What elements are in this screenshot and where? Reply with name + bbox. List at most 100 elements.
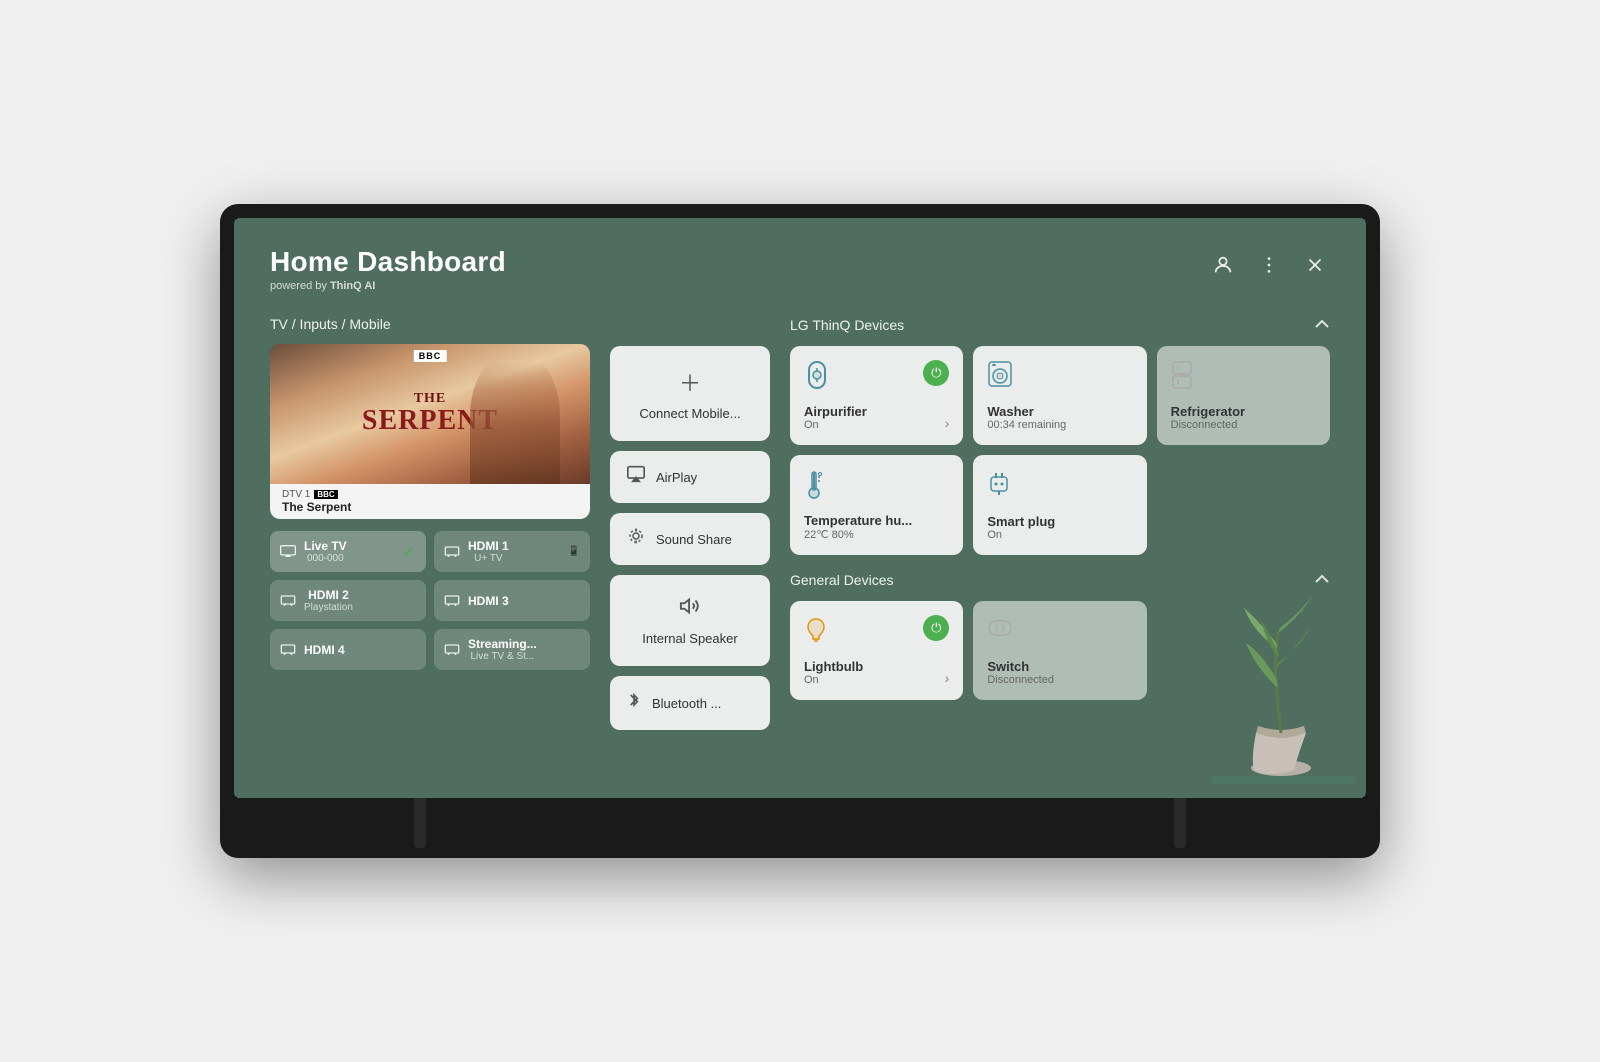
- washer-name: Washer: [987, 404, 1066, 419]
- temperature-card[interactable]: Temperature hu... 22℃ 80%: [790, 455, 963, 555]
- lightbulb-icon: [804, 615, 828, 651]
- page-subtitle: powered by ThinQ AI: [270, 280, 506, 292]
- airpurifier-icon: [804, 360, 830, 396]
- middle-column: ＋ Connect Mobile... AirPlay: [610, 316, 770, 730]
- hdmi1-icon: [444, 544, 460, 560]
- airpurifier-power-button[interactable]: ⏻: [923, 360, 949, 386]
- switch-card[interactable]: Switch Disconnected: [973, 601, 1146, 700]
- thinq-section-header: LG ThinQ Devices: [790, 316, 1330, 334]
- airpurifier-name: Airpurifier: [804, 404, 867, 419]
- page-title: Home Dashboard: [270, 246, 506, 278]
- tv-preview-info: DTV 1 BBC The Serpent: [270, 484, 590, 519]
- menu-button[interactable]: [1254, 250, 1284, 286]
- streaming-text: Streaming... Live TV & St...: [468, 637, 537, 662]
- active-check-icon: ✓: [403, 542, 416, 562]
- refrigerator-icon: [1171, 360, 1193, 396]
- smartplug-card-bottom: Smart plug On: [987, 514, 1132, 541]
- hdmi3-text: HDMI 3: [468, 594, 509, 608]
- plus-icon: ＋: [679, 366, 701, 398]
- washer-card-bottom: Washer 00:34 remaining: [987, 404, 1132, 431]
- airplay-card[interactable]: AirPlay: [610, 451, 770, 503]
- refrigerator-name: Refrigerator: [1171, 404, 1245, 419]
- lightbulb-name: Lightbulb: [804, 659, 863, 674]
- airpurifier-card[interactable]: ⏻ Airpurifier On ›: [790, 346, 963, 445]
- lightbulb-card-bottom: Lightbulb On ›: [804, 659, 949, 686]
- streaming-icon: [444, 642, 460, 658]
- bbc-logo: BBC: [314, 490, 337, 499]
- hdmi1-sub-icon: 📱: [568, 546, 580, 557]
- refrigerator-card[interactable]: Refrigerator Disconnected: [1157, 346, 1330, 445]
- bluetooth-label: Bluetooth ...: [652, 696, 721, 711]
- internal-speaker-label: Internal Speaker: [642, 631, 737, 646]
- dashboard: Home Dashboard powered by ThinQ AI: [234, 218, 1366, 798]
- temperature-card-bottom: Temperature hu... 22℃ 80%: [804, 513, 949, 541]
- top-bar: Home Dashboard powered by ThinQ AI: [270, 246, 1330, 292]
- lightbulb-card-top: ⏻: [804, 615, 949, 651]
- washer-icon: [987, 360, 1013, 394]
- sound-share-card[interactable]: Sound Share: [610, 513, 770, 565]
- tv-preview-card[interactable]: BBC THE SERPENT DTV 1 BBC: [270, 344, 590, 519]
- live-tv-icon: [280, 544, 296, 560]
- airplay-label: AirPlay: [656, 470, 697, 485]
- washer-card[interactable]: Washer 00:34 remaining: [973, 346, 1146, 445]
- lightbulb-card[interactable]: ⏻ Lightbulb On ›: [790, 601, 963, 700]
- connect-mobile-label: Connect Mobile...: [639, 406, 740, 421]
- content-grid: TV / Inputs / Mobile BBC THE SE: [270, 316, 1330, 730]
- left-column: TV / Inputs / Mobile BBC THE SE: [270, 316, 590, 730]
- washer-card-top: [987, 360, 1132, 394]
- smartplug-status: On: [987, 529, 1055, 541]
- stand-leg-right: [1174, 798, 1186, 848]
- input-live-tv[interactable]: Live TV 000-000 ✓: [270, 531, 426, 572]
- input-hdmi3[interactable]: HDMI 3: [434, 580, 590, 621]
- smartplug-card[interactable]: Smart plug On: [973, 455, 1146, 555]
- tv-screen: Home Dashboard powered by ThinQ AI: [234, 218, 1366, 798]
- smartplug-icon: [987, 469, 1011, 503]
- bbc-badge: BBC: [414, 350, 447, 362]
- smartplug-name: Smart plug: [987, 514, 1055, 529]
- input-hdmi2[interactable]: HDMI 2 Playstation: [270, 580, 426, 621]
- hdmi4-text: HDMI 4: [304, 643, 345, 657]
- internal-speaker-card[interactable]: Internal Speaker: [610, 575, 770, 666]
- close-button[interactable]: [1300, 250, 1330, 286]
- channel-info: DTV 1 BBC: [282, 489, 578, 500]
- lightbulb-power-button[interactable]: ⏻: [923, 615, 949, 641]
- input-streaming[interactable]: Streaming... Live TV & St...: [434, 629, 590, 670]
- switch-name: Switch: [987, 659, 1054, 674]
- temperature-name: Temperature hu...: [804, 513, 912, 528]
- switch-status: Disconnected: [987, 674, 1054, 686]
- bluetooth-card[interactable]: Bluetooth ...: [610, 676, 770, 730]
- profile-button[interactable]: [1208, 250, 1238, 286]
- switch-card-top: [987, 615, 1132, 647]
- general-section-label: General Devices: [790, 572, 894, 588]
- hdmi2-icon: [280, 593, 296, 609]
- bluetooth-icon: [626, 690, 642, 716]
- lightbulb-arrow-icon: ›: [945, 670, 950, 686]
- washer-status: 00:34 remaining: [987, 419, 1066, 431]
- connect-mobile-card[interactable]: ＋ Connect Mobile...: [610, 346, 770, 441]
- title-block: Home Dashboard powered by ThinQ AI: [270, 246, 506, 292]
- airpurifier-card-top: ⏻: [804, 360, 949, 396]
- airpurifier-status: On: [804, 419, 867, 431]
- thinq-collapse-button[interactable]: [1314, 316, 1330, 334]
- refrigerator-status: Disconnected: [1171, 419, 1245, 431]
- hdmi2-text: HDMI 2 Playstation: [304, 588, 353, 613]
- tv-outer: Home Dashboard powered by ThinQ AI: [220, 204, 1380, 858]
- hdmi3-icon: [444, 593, 460, 609]
- airpurifier-card-bottom: Airpurifier On ›: [804, 404, 949, 431]
- refrigerator-card-top: [1171, 360, 1316, 396]
- show-name: The Serpent: [282, 500, 578, 514]
- input-grid: Live TV 000-000 ✓: [270, 531, 590, 670]
- input-hdmi4[interactable]: HDMI 4: [270, 629, 426, 670]
- tv-stand: [234, 798, 1366, 858]
- lightbulb-status: On: [804, 674, 863, 686]
- airplay-icon: [626, 465, 646, 489]
- temperature-card-top: [804, 469, 949, 505]
- input-hdmi1[interactable]: HDMI 1 U+ TV 📱: [434, 531, 590, 572]
- sound-share-label: Sound Share: [656, 532, 732, 547]
- stand-leg-left: [414, 798, 426, 848]
- thinq-section-label: LG ThinQ Devices: [790, 317, 904, 333]
- decorative-plant: [1206, 538, 1356, 798]
- smartplug-card-top: [987, 469, 1132, 503]
- refrigerator-card-bottom: Refrigerator Disconnected: [1171, 404, 1316, 431]
- tv-inputs-section-label: TV / Inputs / Mobile: [270, 316, 590, 332]
